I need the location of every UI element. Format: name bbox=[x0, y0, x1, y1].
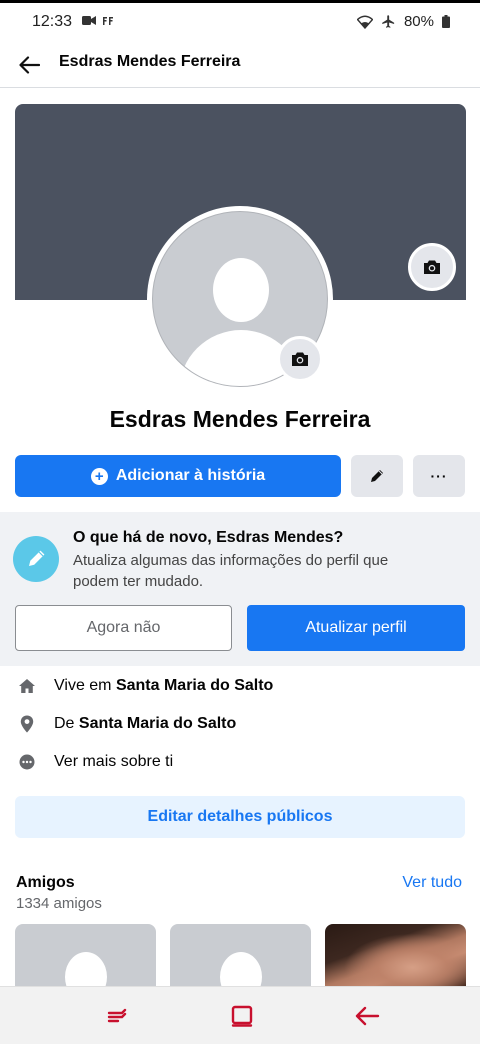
not-now-button[interactable]: Agora não bbox=[15, 605, 232, 651]
system-back-button[interactable] bbox=[352, 1001, 382, 1031]
arrow-left-icon bbox=[19, 56, 40, 74]
friend-photo bbox=[325, 924, 466, 986]
friends-count: 1334 amigos bbox=[16, 895, 102, 912]
back-button[interactable] bbox=[16, 52, 42, 78]
status-bar: 12:33 80% bbox=[0, 0, 480, 40]
update-profile-card: O que há de novo, Esdras Mendes? Atualiz… bbox=[0, 512, 480, 666]
home-square-icon bbox=[231, 1005, 253, 1027]
friend-card[interactable] bbox=[325, 924, 466, 986]
friend-avatar-silhouette bbox=[65, 952, 107, 986]
status-time: 12:33 bbox=[32, 13, 73, 30]
from-prefix: De bbox=[54, 715, 79, 732]
see-more-about-row[interactable]: Ver mais sobre ti bbox=[0, 747, 480, 777]
home-button[interactable] bbox=[227, 1001, 257, 1031]
pencil-icon bbox=[371, 470, 383, 482]
from-row: De Santa Maria do Salto bbox=[0, 709, 480, 739]
add-to-story-label: Adicionar à história bbox=[115, 467, 266, 484]
app-header: Esdras Mendes Ferreira bbox=[0, 40, 480, 88]
battery-icon bbox=[442, 15, 450, 28]
system-navigation-bar bbox=[0, 986, 480, 1044]
back-arrow-icon bbox=[355, 1006, 380, 1026]
ff-icon bbox=[103, 16, 113, 25]
location-pin-icon bbox=[17, 714, 37, 734]
add-to-story-button[interactable]: + Adicionar à história bbox=[15, 455, 341, 497]
status-right: 80% bbox=[356, 13, 450, 30]
cover-camera-button[interactable] bbox=[408, 243, 456, 291]
avatar-camera-button[interactable] bbox=[277, 336, 323, 382]
pencil-circle-icon bbox=[13, 536, 59, 582]
recent-apps-button[interactable] bbox=[103, 1001, 133, 1031]
status-left-icons bbox=[82, 15, 114, 26]
camera-icon bbox=[424, 260, 440, 274]
see-more-about-label: Ver mais sobre ti bbox=[54, 753, 174, 770]
plus-circle-icon: + bbox=[90, 467, 108, 485]
friend-card[interactable] bbox=[170, 924, 311, 986]
header-title: Esdras Mendes Ferreira bbox=[59, 53, 241, 70]
lives-in-row: Vive em Santa Maria do Salto bbox=[0, 671, 480, 701]
friend-card[interactable] bbox=[15, 924, 156, 986]
more-dots-circle-icon bbox=[17, 752, 37, 772]
profile-name: Esdras Mendes Ferreira bbox=[109, 406, 371, 432]
avatar-head-silhouette bbox=[213, 258, 269, 322]
update-profile-button[interactable]: Atualizar perfil bbox=[247, 605, 465, 651]
update-card-description: Atualiza algumas das informações do perf… bbox=[73, 552, 389, 590]
update-card-title: O que há de novo, Esdras Mendes? bbox=[73, 529, 344, 546]
friend-avatar-silhouette bbox=[220, 952, 262, 986]
more-options-button[interactable]: ··· bbox=[413, 455, 465, 497]
video-camera-icon bbox=[82, 16, 96, 25]
friends-title: Amigos bbox=[16, 874, 75, 891]
airplane-icon bbox=[382, 15, 395, 28]
edit-profile-button[interactable] bbox=[351, 455, 403, 497]
from-place[interactable]: Santa Maria do Salto bbox=[79, 715, 236, 732]
camera-icon bbox=[292, 352, 308, 366]
friends-see-all-link[interactable]: Ver tudo bbox=[402, 874, 462, 892]
lives-in-prefix: Vive em bbox=[54, 677, 116, 694]
recent-apps-icon bbox=[107, 1008, 127, 1023]
edit-public-details-button[interactable]: Editar detalhes públicos bbox=[15, 796, 465, 838]
home-icon bbox=[17, 676, 37, 696]
wifi-icon bbox=[356, 15, 373, 29]
battery-percent: 80% bbox=[403, 13, 434, 30]
lives-in-place[interactable]: Santa Maria do Salto bbox=[116, 677, 273, 694]
